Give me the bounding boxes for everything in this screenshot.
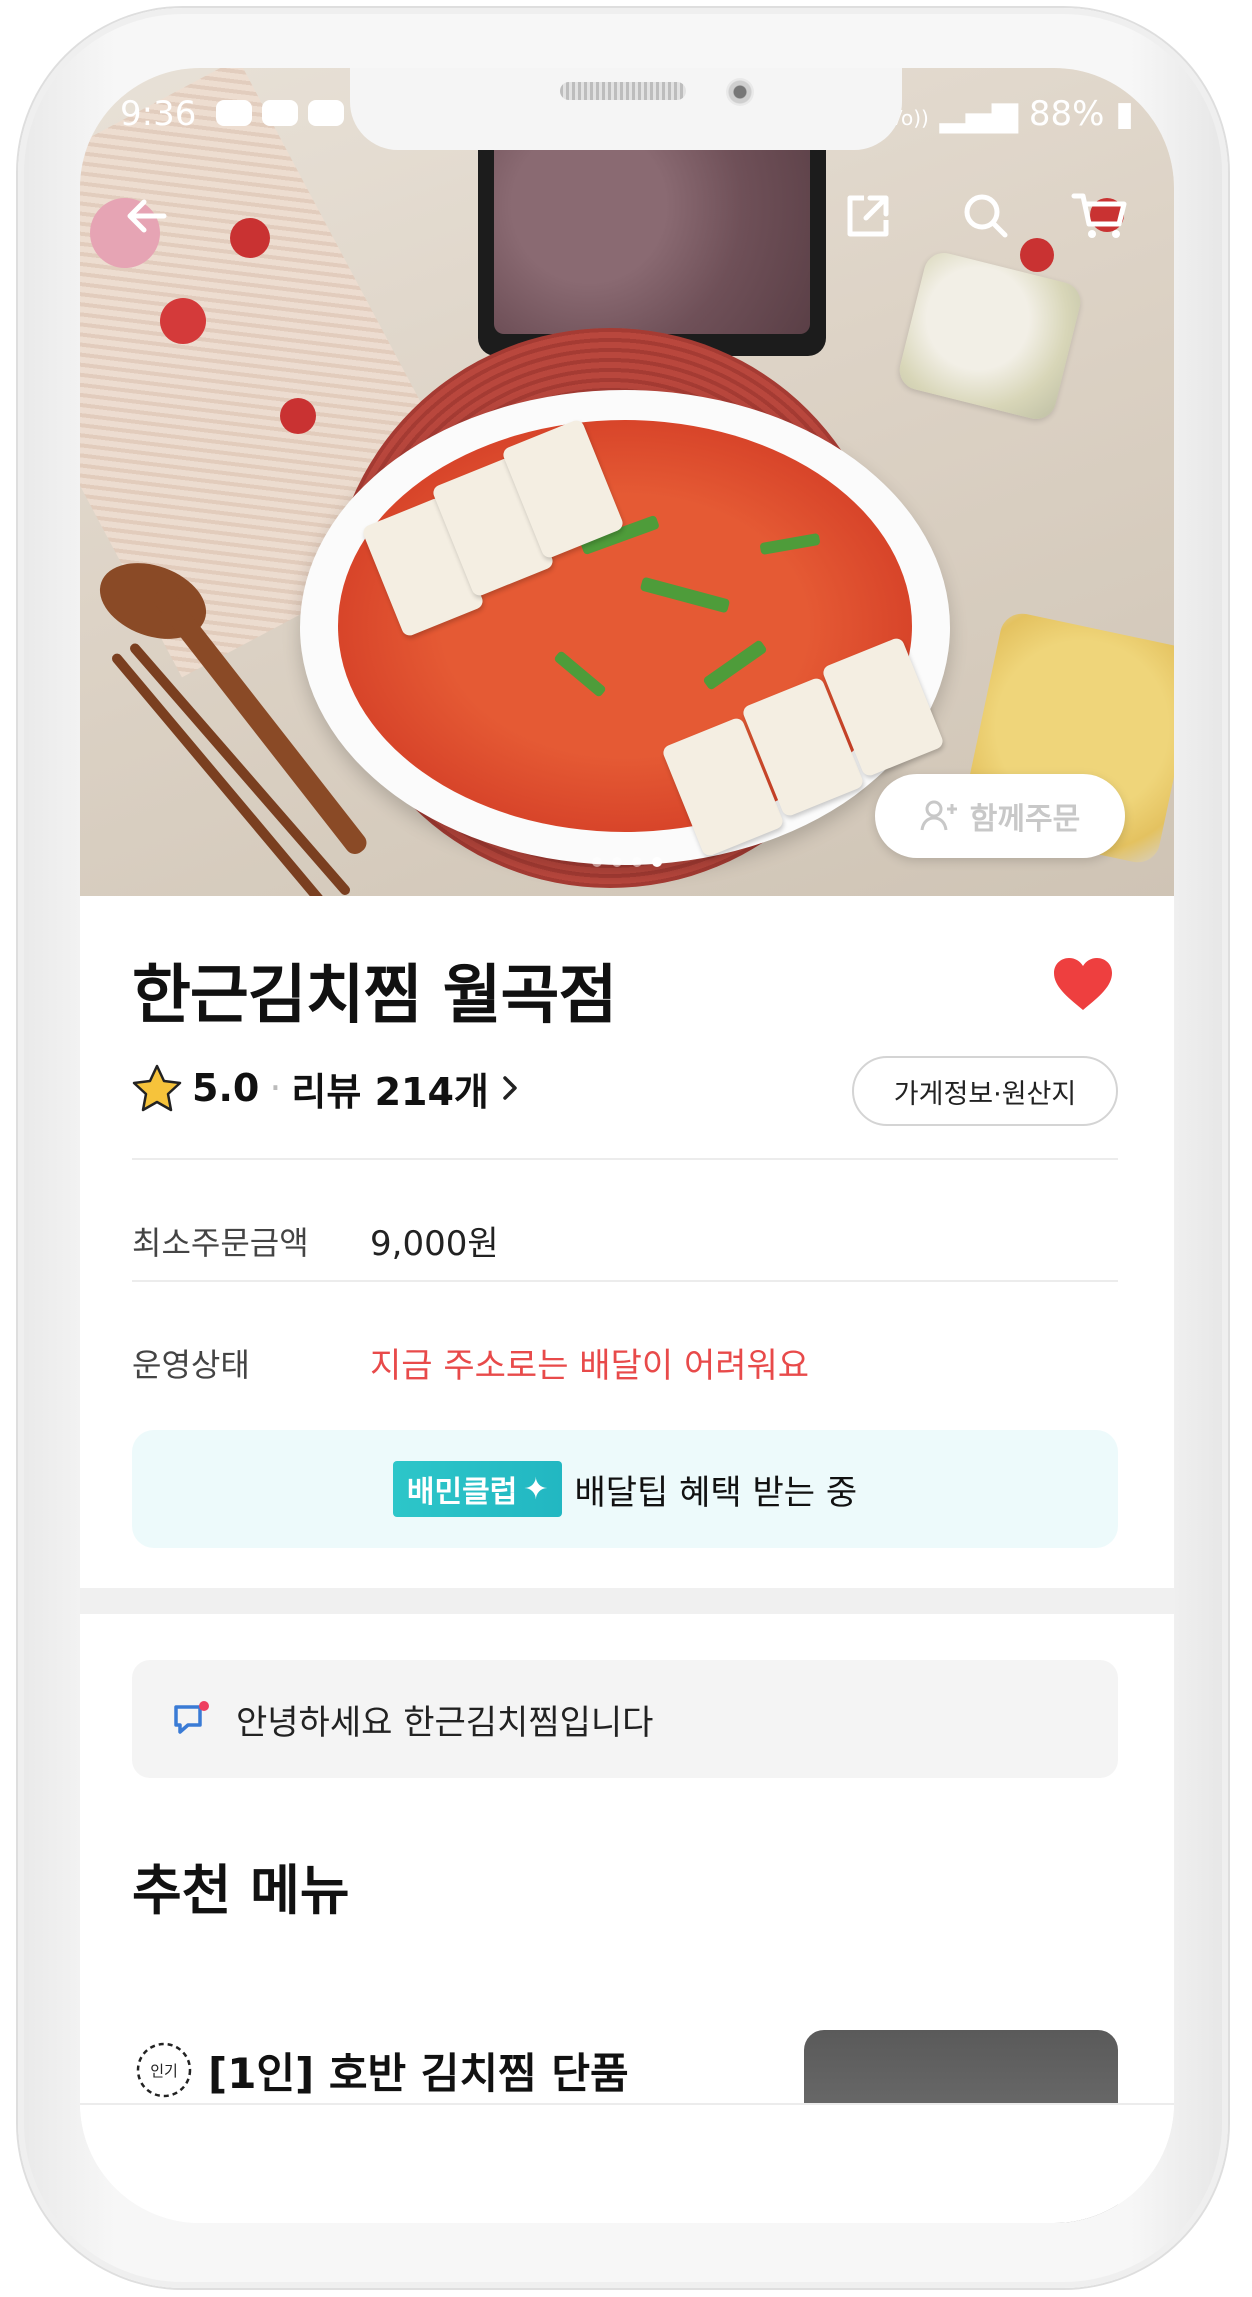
phone-notch [350, 68, 902, 150]
rating-row[interactable]: 5.0 · 리뷰 214개 [132, 1058, 523, 1118]
favorite-heart-icon[interactable] [1052, 956, 1114, 1016]
share-icon[interactable] [840, 188, 896, 248]
club-benefit-text: 배달팁 혜택 받는 중 [574, 1472, 858, 1513]
store-name: 한근김치찜 월곡점 [132, 959, 617, 1033]
carousel-dot [592, 857, 602, 867]
operation-status-value: 지금 주소로는 배달이 어려워요 [370, 1346, 810, 1386]
store-hero-image[interactable]: 함께주문 [80, 68, 1174, 896]
carousel-dot-active [652, 857, 662, 867]
store-info-button[interactable]: 가게정보·원산지 [852, 1056, 1118, 1126]
search-icon[interactable] [958, 188, 1014, 248]
group-order-label: 함께주문 [969, 802, 1081, 837]
status-time: 9:36 [120, 94, 197, 134]
notice-chat-icon [174, 1701, 209, 1734]
sparkle-icon: ✦ [523, 1471, 549, 1507]
battery-level: 88% [1028, 94, 1105, 134]
star-icon [132, 1064, 182, 1112]
store-notice[interactable]: 안녕하세요 한근김치찜입니다 [132, 1660, 1118, 1778]
min-order-value: 9,000원 [370, 1224, 499, 1264]
notice-text: 안녕하세요 한근김치찜입니다 [236, 1702, 654, 1743]
rice [494, 120, 810, 334]
separator-dot: · [269, 1066, 282, 1110]
operation-status-label: 운영상태 [132, 1346, 250, 1384]
berry-decoration [1020, 238, 1054, 272]
add-person-icon [920, 800, 957, 831]
youtube-notification-icon [262, 100, 298, 126]
club-badge: 배민클럽 ✦ [392, 1461, 563, 1517]
screen: 함께주문 9:36 Vo)) ▂▄▆ 88% ▮ 한근김치찜 월곡점 5.0 ·… [80, 68, 1174, 2223]
club-badge-label: 배민클럽 [406, 1475, 518, 1510]
berry-decoration [280, 398, 316, 434]
menu-item-name: [1인] 호반 김치찜 단품 [208, 2048, 629, 2098]
status-right: Vo)) ▂▄▆ 88% ▮ [889, 94, 1134, 134]
bottom-area [80, 2103, 1174, 2223]
rating-score: 5.0 [192, 1066, 260, 1110]
speaker-grille [560, 82, 686, 100]
berry-decoration [160, 298, 206, 344]
divider [132, 1158, 1118, 1160]
recommended-menu-title: 추천 메뉴 [132, 1859, 350, 1922]
battery-icon: ▮ [1115, 94, 1134, 134]
svg-text:인기: 인기 [150, 2062, 178, 2080]
divider [132, 1280, 1118, 1282]
berry-decoration [230, 218, 270, 258]
carousel-dot [632, 857, 642, 867]
carousel-dot [612, 857, 622, 867]
review-count[interactable]: 리뷰 214개 [291, 1061, 488, 1116]
group-order-button[interactable]: 함께주문 [875, 774, 1125, 858]
youtube-notification-icon [308, 100, 344, 126]
section-separator [80, 1588, 1174, 1614]
talk-notification-icon [216, 100, 252, 126]
min-order-label: 최소주문금액 [132, 1224, 309, 1262]
back-arrow-icon[interactable] [120, 188, 176, 248]
popular-badge-icon: 인기 [136, 2042, 192, 2098]
signal-icon: ▂▄▆ [939, 94, 1019, 134]
baemin-club-banner[interactable]: 배민클럽 ✦ 배달팁 혜택 받는 중 [132, 1430, 1118, 1548]
chevron-right-icon [503, 1076, 517, 1100]
cart-icon[interactable] [1070, 188, 1130, 248]
menu-item[interactable]: 인기 [1인] 호반 김치찜 단품 [132, 2030, 629, 2110]
front-camera [726, 78, 754, 106]
potato-salad [895, 248, 1085, 424]
